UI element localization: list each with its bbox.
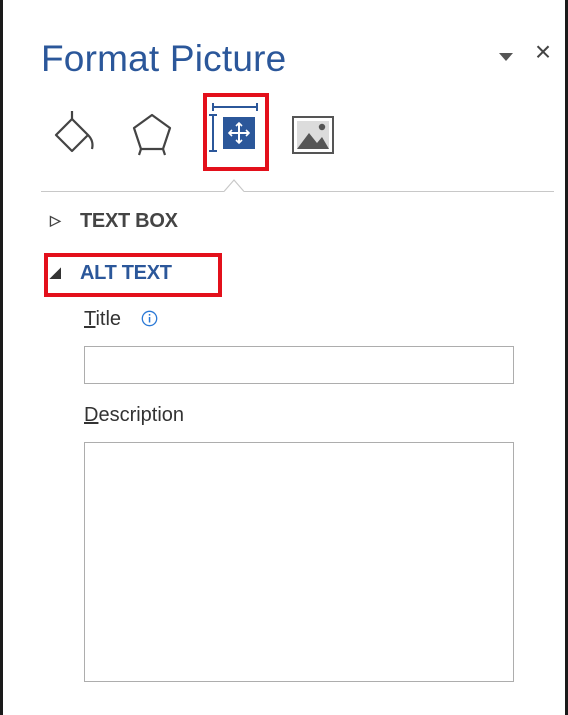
dropdown-triangle-icon[interactable] (497, 50, 515, 64)
title-input[interactable] (84, 346, 514, 384)
tab-picture[interactable] (289, 105, 339, 161)
collapsed-arrow-icon: ▷ (50, 212, 61, 228)
section-text-box-label: TEXT BOX (80, 210, 178, 232)
picture-icon (292, 116, 334, 154)
description-textarea[interactable] (84, 442, 514, 682)
alt-text-highlight (44, 253, 222, 297)
info-icon[interactable] (141, 310, 158, 327)
close-button[interactable]: × (532, 38, 554, 66)
description-label: Description (84, 404, 185, 426)
tab-effects[interactable] (130, 105, 180, 161)
layout-tab-highlight (203, 93, 269, 171)
paint-bucket-icon (54, 111, 94, 153)
pentagon-icon (132, 113, 172, 156)
format-picture-pane: Format Picture × ▷ TEXT BOX ◢ ALT TEXT T… (0, 0, 568, 715)
title-label: Title (84, 308, 122, 330)
pane-title: Format Picture (41, 38, 287, 79)
pane-left-border (0, 0, 3, 715)
tabs-divider (41, 191, 554, 192)
tab-fill-line[interactable] (50, 105, 100, 161)
section-text-box[interactable]: ▷ TEXT BOX (50, 210, 178, 236)
selected-tab-notch (224, 179, 244, 192)
